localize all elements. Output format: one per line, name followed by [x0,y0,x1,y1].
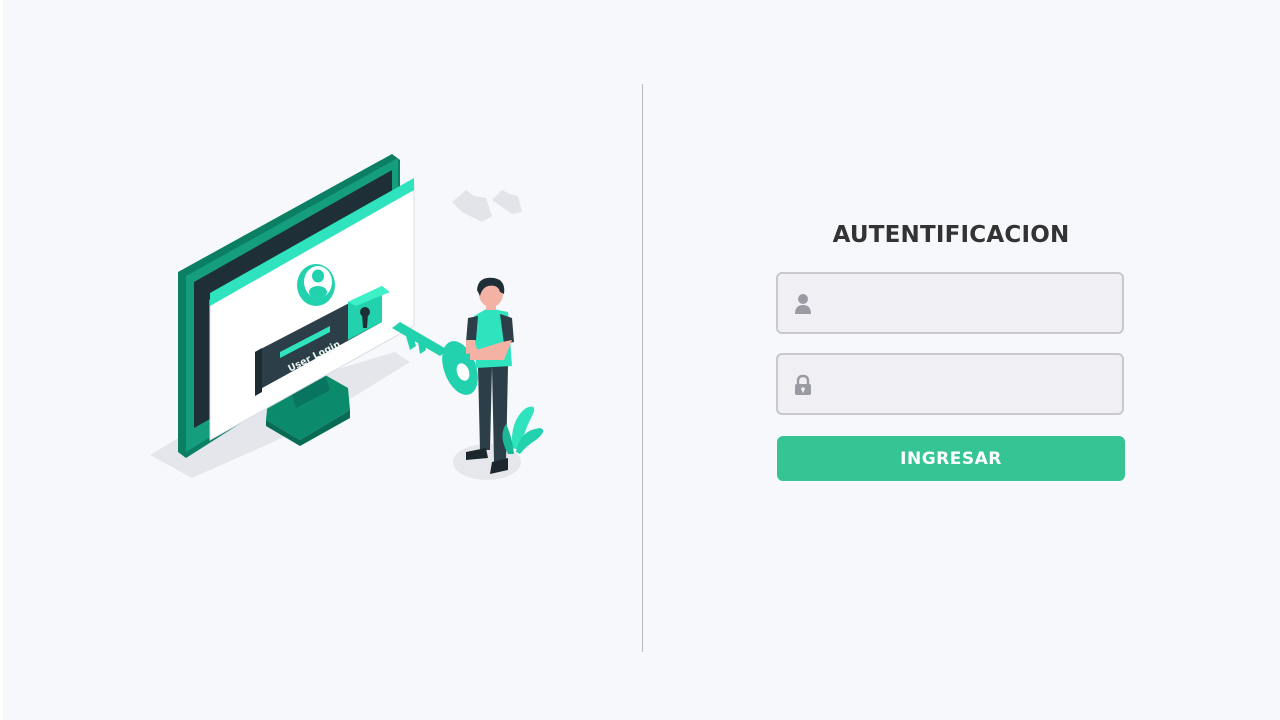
login-page: User Login AUTENTIFICACION INGRESAR [0,0,1280,720]
username-field[interactable] [776,272,1124,334]
user-icon [795,294,811,314]
vertical-divider [642,84,643,652]
login-form: AUTENTIFICACION INGRESAR [776,210,1126,481]
password-field[interactable] [776,353,1124,415]
username-input[interactable] [824,274,1118,334]
page-edge [0,0,3,720]
submit-button[interactable]: INGRESAR [777,436,1125,481]
login-title: AUTENTIFICACION [832,222,1070,248]
lock-icon [795,374,811,395]
password-input[interactable] [824,355,1118,415]
login-illustration: User Login [150,154,544,480]
